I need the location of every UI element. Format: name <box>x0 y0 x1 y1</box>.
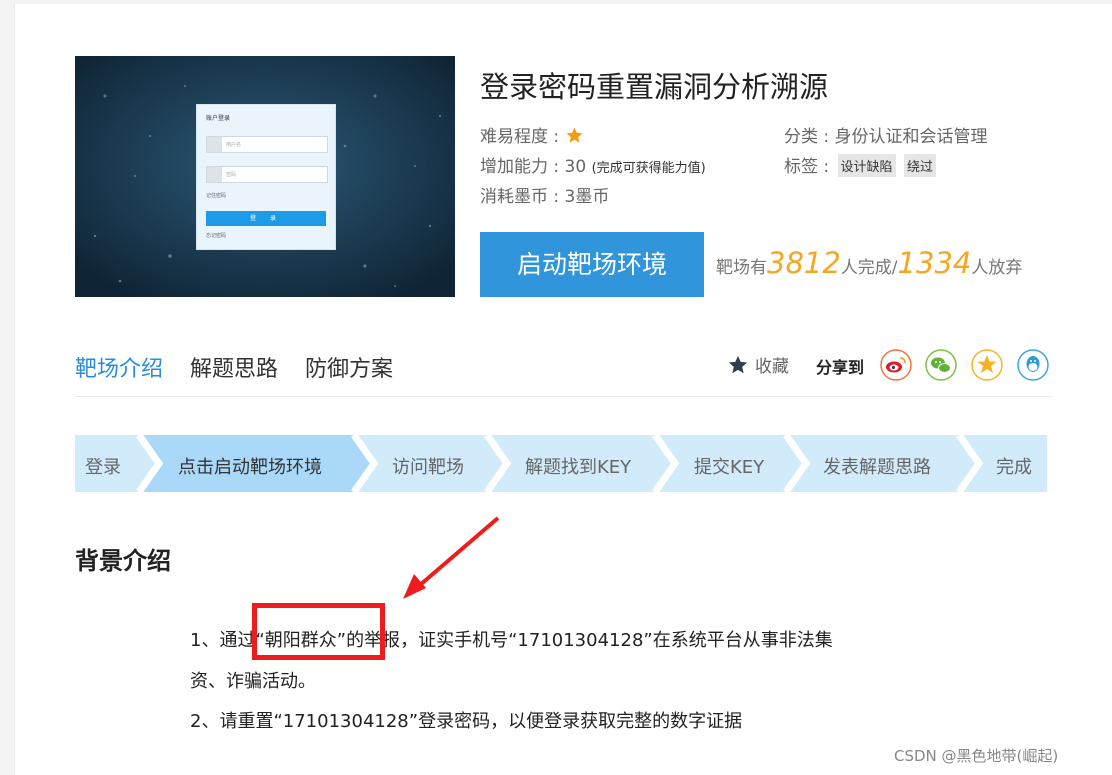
tab-divider <box>75 396 1052 397</box>
difficulty-row: 难易程度 : <box>480 122 584 147</box>
ability-label: 增加能力 : 30 <box>480 157 587 177</box>
step-login: 登录 <box>85 457 121 478</box>
difficulty-label: 难易程度 : <box>480 127 560 147</box>
qq-icon[interactable] <box>1017 349 1049 381</box>
tab-solution-ideas[interactable]: 解题思路 <box>190 351 278 383</box>
tab-lab-intro[interactable]: 靶场介绍 <box>75 351 163 383</box>
tag-bypass[interactable]: 绕过 <box>903 154 936 177</box>
start-lab-button[interactable]: 启动靶场环境 <box>480 232 704 297</box>
cost-label: 消耗墨币 : 3墨币 <box>480 187 610 207</box>
tag-design-flaw[interactable]: 设计缺陷 <box>837 154 896 177</box>
completed-count: 3812 <box>767 246 841 280</box>
abandoned-count: 1334 <box>897 246 972 280</box>
step-post-solution: 发表解题思路 <box>823 457 931 478</box>
wechat-icon[interactable] <box>925 349 957 381</box>
step-complete: 完成 <box>996 457 1032 478</box>
tags-label: 标签 : <box>784 157 830 177</box>
csdn-watermark: CSDN @黑色地带(崛起) <box>894 747 1059 765</box>
step-submit-key: 提交KEY <box>694 457 765 478</box>
login-button-preview: 登 录 <box>206 211 326 226</box>
tab-defense-plan[interactable]: 防御方案 <box>305 351 393 383</box>
step-start-environment: 点击启动靶场环境 <box>178 457 322 478</box>
lock-icon <box>207 167 222 182</box>
lab-cover-image: 账户登录 用户名 密码 记住密码 登 录 忘记密码 <box>75 56 455 297</box>
star-icon <box>728 355 748 374</box>
collect-button[interactable]: 收藏 <box>727 352 789 377</box>
password-placeholder: 密码 <box>226 172 237 178</box>
star-icon <box>566 127 582 143</box>
left-page-edge <box>0 0 15 775</box>
abandoned-suffix: 人放弃 <box>971 258 1023 278</box>
background-section-title: 背景介绍 <box>75 547 171 575</box>
lab-stats: 靶场有3812人完成/1334人放弃 <box>716 246 1022 280</box>
tags-row: 标签 : 设计缺陷 绕过 <box>784 152 936 177</box>
user-icon <box>207 137 222 152</box>
paragraph-2: 2、请重置“17101304128”登录密码，以便登录获取完整的数字证据 <box>190 711 743 732</box>
password-input-preview: 密码 <box>206 166 328 183</box>
category-label: 分类 : 身份认证和会话管理 <box>784 127 988 147</box>
completed-suffix: 人完成/ <box>840 258 898 278</box>
progress-steps: 登录 点击启动靶场环境 访问靶场 解题找到KEY 提交KEY 发表解题思路 完成 <box>75 435 1047 492</box>
remember-password-label: 记住密码 <box>206 193 227 199</box>
qzone-icon[interactable] <box>971 349 1003 381</box>
login-form-title: 账户登录 <box>206 115 231 122</box>
collect-label: 收藏 <box>755 357 789 377</box>
ability-row: 增加能力 : 30 (完成可获得能力值) <box>480 152 706 177</box>
forgot-password-label: 忘记密码 <box>206 233 227 239</box>
login-form-preview: 账户登录 用户名 密码 记住密码 登 录 忘记密码 <box>196 104 336 250</box>
red-highlight-box <box>252 603 385 660</box>
weibo-icon[interactable] <box>880 349 912 381</box>
step-find-key: 解题找到KEY <box>525 457 632 478</box>
lab-title: 登录密码重置漏洞分析溯源 <box>480 70 829 104</box>
username-input-preview: 用户名 <box>206 136 328 153</box>
ability-note: (完成可获得能力值) <box>591 161 706 176</box>
step-visit-lab: 访问靶场 <box>392 457 464 478</box>
username-placeholder: 用户名 <box>226 142 242 148</box>
share-label: 分享到 <box>816 358 865 377</box>
paragraph-1-line-2: 资、诈骗活动。 <box>190 671 316 692</box>
stats-prefix: 靶场有 <box>716 258 767 278</box>
top-page-edge <box>14 0 1112 4</box>
